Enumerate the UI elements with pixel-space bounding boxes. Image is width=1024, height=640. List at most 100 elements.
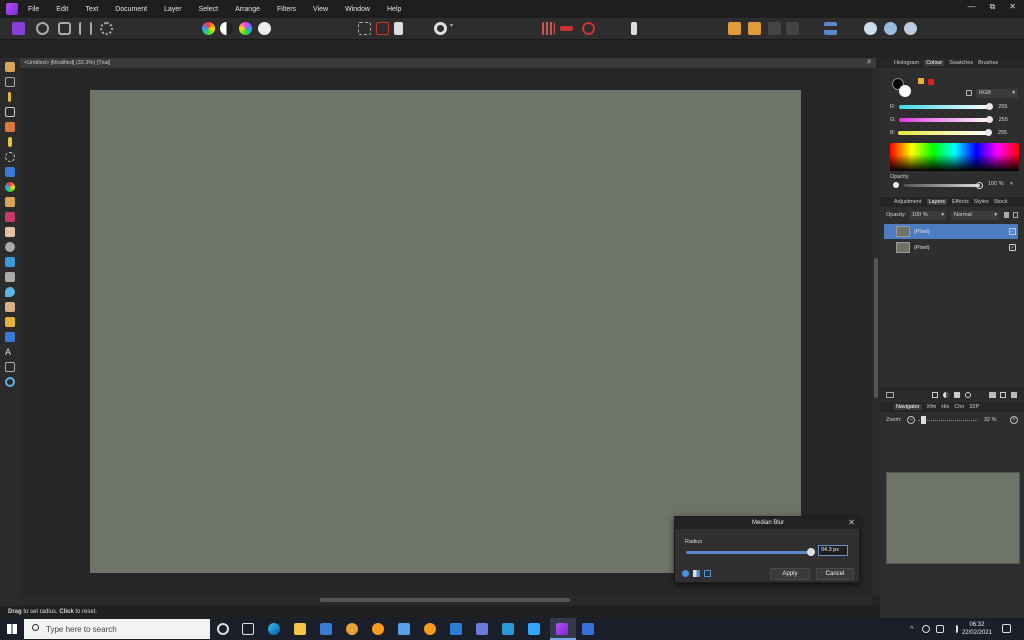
marquee-tool-icon[interactable] bbox=[5, 152, 15, 162]
mesh-warp-tool-icon[interactable] bbox=[5, 362, 15, 372]
colour-picker-icon[interactable] bbox=[918, 78, 924, 84]
menu-layer[interactable]: Layer bbox=[164, 6, 182, 13]
arrange-front-icon[interactable] bbox=[768, 22, 781, 35]
menu-edit[interactable]: Edit bbox=[56, 6, 68, 13]
vertical-scroll-thumb[interactable] bbox=[874, 258, 878, 398]
lock-icon[interactable] bbox=[1013, 212, 1018, 218]
blue-slider[interactable] bbox=[898, 129, 993, 136]
app-icon-3[interactable] bbox=[398, 623, 410, 635]
tab-transform[interactable]: Xfm bbox=[927, 404, 937, 410]
erase-brush-tool-icon[interactable] bbox=[5, 227, 15, 237]
document-tab[interactable]: <Untitled> [Modified] (32.3%) [Trial] ✕ bbox=[20, 58, 876, 68]
lock-icon[interactable] bbox=[966, 90, 972, 96]
restore-button[interactable]: ⧉ bbox=[990, 2, 996, 12]
tab-32p[interactable]: 32P bbox=[969, 404, 979, 410]
deselect-icon[interactable] bbox=[376, 22, 389, 35]
menu-filters[interactable]: Filters bbox=[277, 6, 296, 13]
network-icon[interactable] bbox=[922, 625, 930, 633]
blue-slider-knob[interactable] bbox=[985, 129, 993, 136]
photo-persona-icon[interactable] bbox=[12, 22, 25, 35]
blend-mode-select[interactable]: Normal ▾ bbox=[951, 211, 999, 220]
vertical-scrollbar[interactable] bbox=[872, 68, 880, 596]
photoshop-icon[interactable] bbox=[528, 623, 540, 635]
zoom-in-icon[interactable]: + bbox=[1010, 416, 1018, 424]
layer-visibility-checkbox[interactable]: ✓ bbox=[1009, 244, 1016, 251]
store-icon[interactable] bbox=[320, 623, 332, 635]
menu-select[interactable]: Select bbox=[199, 6, 218, 13]
app-icon-1[interactable] bbox=[346, 623, 358, 635]
marquee-select-icon[interactable] bbox=[358, 22, 371, 35]
studio-icon[interactable] bbox=[904, 22, 917, 35]
tone-mapping-persona-icon[interactable] bbox=[79, 22, 92, 35]
layers-icon[interactable] bbox=[886, 392, 894, 398]
zoom-slider-knob[interactable] bbox=[921, 416, 926, 424]
cancel-button[interactable]: Cancel bbox=[816, 568, 854, 580]
flood-select-tool-icon[interactable] bbox=[8, 137, 12, 147]
menu-help[interactable]: Help bbox=[387, 6, 401, 13]
tab-adjustment[interactable]: Adjustment bbox=[894, 199, 922, 205]
horizontal-scroll-thumb[interactable] bbox=[320, 598, 570, 602]
auto-colours-icon[interactable] bbox=[239, 22, 252, 35]
menu-document[interactable]: Document bbox=[115, 6, 147, 13]
radius-slider-knob[interactable] bbox=[807, 548, 815, 556]
liquify-persona-icon[interactable] bbox=[36, 22, 49, 35]
current-colour-chip[interactable] bbox=[928, 79, 934, 85]
auto-contrast-icon[interactable] bbox=[220, 22, 233, 35]
edge-icon[interactable] bbox=[268, 623, 280, 635]
mask-layer-icon[interactable] bbox=[932, 392, 938, 398]
auto-white-balance-icon[interactable] bbox=[258, 22, 271, 35]
battery-icon[interactable] bbox=[936, 625, 944, 633]
arrange-back-icon[interactable] bbox=[786, 22, 799, 35]
layer-opacity-select[interactable]: 100 % ▾ bbox=[910, 211, 946, 220]
layer-row-selected[interactable]: (Pixel) ✓ bbox=[884, 224, 1018, 239]
settings-icon[interactable] bbox=[1004, 212, 1009, 218]
pen-tool-icon[interactable] bbox=[5, 317, 15, 327]
quick-mask-icon[interactable] bbox=[434, 22, 447, 35]
close-window-button[interactable]: ✕ bbox=[1009, 2, 1016, 12]
zoom-out-icon[interactable]: − bbox=[907, 416, 915, 424]
blemish-removal-tool-icon[interactable] bbox=[5, 272, 15, 282]
selection-brush-tool-icon[interactable] bbox=[5, 122, 15, 132]
tab-effects[interactable]: Effects bbox=[952, 199, 969, 205]
delete-layer-icon[interactable] bbox=[1011, 392, 1017, 398]
tab-histogram[interactable]: Histogram bbox=[894, 60, 919, 66]
share-icon[interactable] bbox=[884, 22, 897, 35]
assistant-icon[interactable] bbox=[582, 22, 595, 35]
taskbar-search[interactable]: Type here to search bbox=[24, 619, 210, 639]
live-filter-icon[interactable] bbox=[954, 392, 960, 398]
menu-text[interactable]: Text bbox=[85, 6, 98, 13]
windows-start-icon[interactable] bbox=[7, 624, 17, 634]
fx-icon[interactable] bbox=[965, 392, 971, 398]
frequency-tool-icon[interactable] bbox=[5, 302, 15, 312]
align-icon[interactable] bbox=[824, 22, 837, 35]
flood-fill-tool-icon[interactable] bbox=[5, 167, 15, 177]
move-back-icon[interactable] bbox=[728, 22, 741, 35]
mirror-view-icon[interactable] bbox=[704, 570, 711, 577]
folder-icon[interactable] bbox=[989, 392, 996, 398]
menu-arrange[interactable]: Arrange bbox=[235, 6, 260, 13]
radius-input[interactable]: 94.3 px bbox=[818, 545, 848, 556]
layer-row[interactable]: (Pixel) ✓ bbox=[884, 240, 1018, 255]
close-dialog-icon[interactable]: ✕ bbox=[848, 517, 855, 529]
green-slider-knob[interactable] bbox=[985, 116, 993, 123]
horizontal-scrollbar[interactable] bbox=[20, 596, 872, 605]
rectangle-tool-icon[interactable] bbox=[5, 332, 15, 342]
chevron-down-icon[interactable]: ▾ bbox=[1010, 181, 1013, 187]
tab-stock[interactable]: Stock bbox=[994, 199, 1008, 205]
gradient-tool-icon[interactable] bbox=[5, 182, 15, 192]
add-layer-icon[interactable] bbox=[1000, 392, 1006, 398]
opacity-slider-knob[interactable] bbox=[976, 182, 983, 189]
document-canvas[interactable] bbox=[90, 90, 801, 573]
tab-layers[interactable]: Layers bbox=[926, 199, 948, 205]
app-icon-7[interactable] bbox=[582, 623, 594, 635]
tab-styles[interactable]: Styles bbox=[974, 199, 989, 205]
red-slider-knob[interactable] bbox=[985, 103, 993, 110]
tab-colour[interactable]: Colour bbox=[924, 60, 945, 66]
task-view-icon[interactable] bbox=[242, 623, 254, 635]
develop-persona-icon[interactable] bbox=[58, 22, 71, 35]
tab-swatches[interactable]: Swatches bbox=[949, 60, 973, 66]
camera-raw-icon[interactable] bbox=[631, 22, 637, 35]
secondary-colour-swatch[interactable] bbox=[899, 85, 911, 97]
tab-brushes[interactable]: Brushes bbox=[978, 60, 998, 66]
green-value[interactable]: 255 bbox=[994, 117, 1008, 123]
